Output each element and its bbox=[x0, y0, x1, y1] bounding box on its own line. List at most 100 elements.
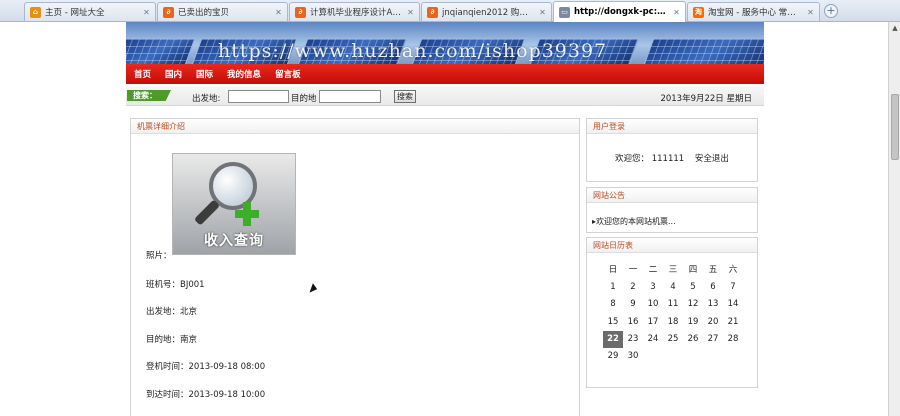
calendar-week: 1 2 3 4 5 6 7 bbox=[603, 279, 747, 296]
calendar-day[interactable]: 29 bbox=[603, 348, 623, 365]
field-photo: 照片： bbox=[146, 249, 172, 261]
calendar-day[interactable]: 6 bbox=[703, 279, 723, 296]
close-icon[interactable]: ✕ bbox=[274, 8, 283, 17]
page-viewport: https://www.huzhan.com/ishop39397 首页 国内 … bbox=[0, 22, 888, 416]
field-value: 2013-09-18 08:00 bbox=[188, 362, 266, 372]
scrollbar-thumb[interactable] bbox=[891, 94, 899, 160]
calendar-day bbox=[703, 348, 723, 365]
calendar-day[interactable]: 19 bbox=[683, 314, 703, 331]
tab-taobao[interactable]: 淘 淘宝网 - 服务中心 常见... ✕ bbox=[687, 2, 820, 21]
calendar-day[interactable]: 9 bbox=[623, 296, 643, 313]
close-icon[interactable]: ✕ bbox=[806, 8, 815, 17]
calendar-grid: 日 一 二 三 四 五 六 1 2 3 4 5 6 7 8 9 10 11 12… bbox=[603, 262, 747, 365]
nav-item-home[interactable]: 首页 bbox=[134, 68, 151, 80]
username: 111111 bbox=[651, 154, 685, 164]
welcome-label: 欢迎您： bbox=[615, 154, 650, 164]
vertical-scrollbar[interactable]: ▲ bbox=[888, 22, 900, 416]
calendar-day[interactable]: 7 bbox=[723, 279, 743, 296]
field-label: 出发地： bbox=[146, 307, 181, 317]
tab-sold-items[interactable]: ∂ 已卖出的宝贝 ✕ bbox=[157, 2, 288, 21]
calendar-day[interactable]: 1 bbox=[603, 279, 623, 296]
calendar-week: 15 16 17 18 19 20 21 bbox=[603, 314, 747, 331]
calendar-day[interactable]: 4 bbox=[663, 279, 683, 296]
calendar-day[interactable]: 24 bbox=[643, 331, 663, 348]
new-tab-button[interactable]: + bbox=[824, 4, 838, 18]
calendar-day[interactable]: 28 bbox=[723, 331, 743, 348]
weekday: 一 bbox=[628, 265, 638, 275]
calendar-day[interactable]: 10 bbox=[643, 296, 663, 313]
calendar-day bbox=[663, 348, 683, 365]
from-input[interactable] bbox=[228, 90, 289, 103]
weekday: 三 bbox=[668, 265, 678, 275]
to-input[interactable] bbox=[319, 90, 381, 103]
weekday: 日 bbox=[608, 265, 618, 275]
current-date: 2013年9月22日 星期日 bbox=[660, 94, 752, 104]
weekday: 六 bbox=[728, 265, 738, 275]
tab-project[interactable]: ∂ 计算机毕业程序设计ASP.... ✕ bbox=[289, 2, 420, 21]
nav-item-domestic[interactable]: 国内 bbox=[165, 68, 182, 80]
calendar-day[interactable]: 21 bbox=[723, 314, 743, 331]
calendar-day[interactable]: 27 bbox=[703, 331, 723, 348]
page-icon: ∂ bbox=[295, 6, 306, 18]
weekday: 二 bbox=[648, 265, 658, 275]
calendar-day-selected[interactable]: 22 bbox=[603, 330, 623, 348]
calendar-day[interactable]: 25 bbox=[663, 331, 683, 348]
plus-icon bbox=[235, 210, 259, 218]
scroll-up-icon[interactable]: ▲ bbox=[890, 23, 900, 33]
calendar-week: 22 23 24 25 26 27 28 bbox=[603, 330, 747, 348]
calendar-day[interactable]: 17 bbox=[643, 314, 663, 331]
calendar-day[interactable]: 14 bbox=[723, 296, 743, 313]
nav-item-my-info[interactable]: 我的信息 bbox=[227, 68, 261, 80]
field-value: 北京 bbox=[180, 307, 198, 317]
calendar-day[interactable]: 11 bbox=[663, 296, 683, 313]
close-icon[interactable]: ✕ bbox=[672, 8, 681, 17]
login-status: 欢迎您： 111111 安全退出 bbox=[615, 152, 729, 164]
field-destination: 目的地：南京 bbox=[146, 333, 197, 345]
nav-item-international[interactable]: 国际 bbox=[196, 68, 213, 80]
calendar-day[interactable]: 18 bbox=[663, 314, 683, 331]
browser-tab-bar: ⌂ 主页 - 网址大全 ✕ ∂ 已卖出的宝贝 ✕ ∂ 计算机毕业程序设计ASP.… bbox=[0, 0, 900, 22]
logout-link[interactable]: 安全退出 bbox=[695, 154, 729, 164]
calendar-day[interactable]: 13 bbox=[703, 296, 723, 313]
calendar-day[interactable]: 5 bbox=[683, 279, 703, 296]
calendar-day[interactable]: 20 bbox=[703, 314, 723, 331]
from-label: 出发地: bbox=[192, 94, 221, 104]
nav-item-guestbook[interactable]: 留言板 bbox=[275, 68, 301, 80]
tab-label: 主页 - 网址大全 bbox=[45, 8, 105, 18]
calendar-week: 29 30 bbox=[603, 348, 747, 365]
tab-label: jnqianqien2012 购买心... bbox=[442, 8, 535, 18]
close-icon[interactable]: ✕ bbox=[406, 8, 415, 17]
notice-item[interactable]: ▸欢迎您的本网站机票... bbox=[592, 216, 676, 227]
calendar-day[interactable]: 2 bbox=[623, 279, 643, 296]
tab-localhost[interactable]: ▭ http://dongxk-pc:808... ✕ bbox=[553, 1, 686, 22]
field-label: 照片： bbox=[146, 251, 172, 261]
calendar-day[interactable]: 16 bbox=[623, 314, 643, 331]
notice-box: 网站公告 ▸欢迎您的本网站机票... bbox=[586, 187, 758, 233]
tab-buyer[interactable]: ∂ jnqianqien2012 购买心... ✕ bbox=[421, 2, 552, 21]
calendar-day[interactable]: 15 bbox=[603, 314, 623, 331]
close-icon[interactable]: ✕ bbox=[538, 8, 547, 17]
field-value: BJ001 bbox=[180, 280, 205, 290]
calendar-weekday-row: 日 一 二 三 四 五 六 bbox=[603, 262, 747, 279]
calendar-day[interactable]: 3 bbox=[643, 279, 663, 296]
field-value: 南京 bbox=[180, 335, 198, 345]
field-value: 2013-09-18 10:00 bbox=[188, 390, 266, 400]
calendar-day[interactable]: 30 bbox=[623, 348, 643, 365]
calendar-day[interactable]: 23 bbox=[623, 331, 643, 348]
calendar-day[interactable]: 26 bbox=[683, 331, 703, 348]
calendar-day bbox=[643, 348, 663, 365]
search-button[interactable]: 搜索 bbox=[394, 90, 416, 103]
calendar-day[interactable]: 12 bbox=[683, 296, 703, 313]
field-label: 目的地： bbox=[146, 335, 181, 345]
home-icon: ⌂ bbox=[30, 6, 41, 18]
calendar-day bbox=[683, 348, 703, 365]
calendar-day[interactable]: 8 bbox=[603, 296, 623, 313]
field-departure: 出发地：北京 bbox=[146, 305, 197, 317]
weekday: 五 bbox=[708, 265, 718, 275]
site-banner: https://www.huzhan.com/ishop39397 bbox=[126, 22, 764, 64]
tab-home[interactable]: ⌂ 主页 - 网址大全 ✕ bbox=[24, 2, 156, 21]
close-icon[interactable]: ✕ bbox=[142, 8, 151, 17]
site-page: https://www.huzhan.com/ishop39397 首页 国内 … bbox=[126, 22, 764, 416]
taobao-icon: 淘 bbox=[693, 6, 704, 18]
solar-panel-image bbox=[126, 38, 196, 64]
